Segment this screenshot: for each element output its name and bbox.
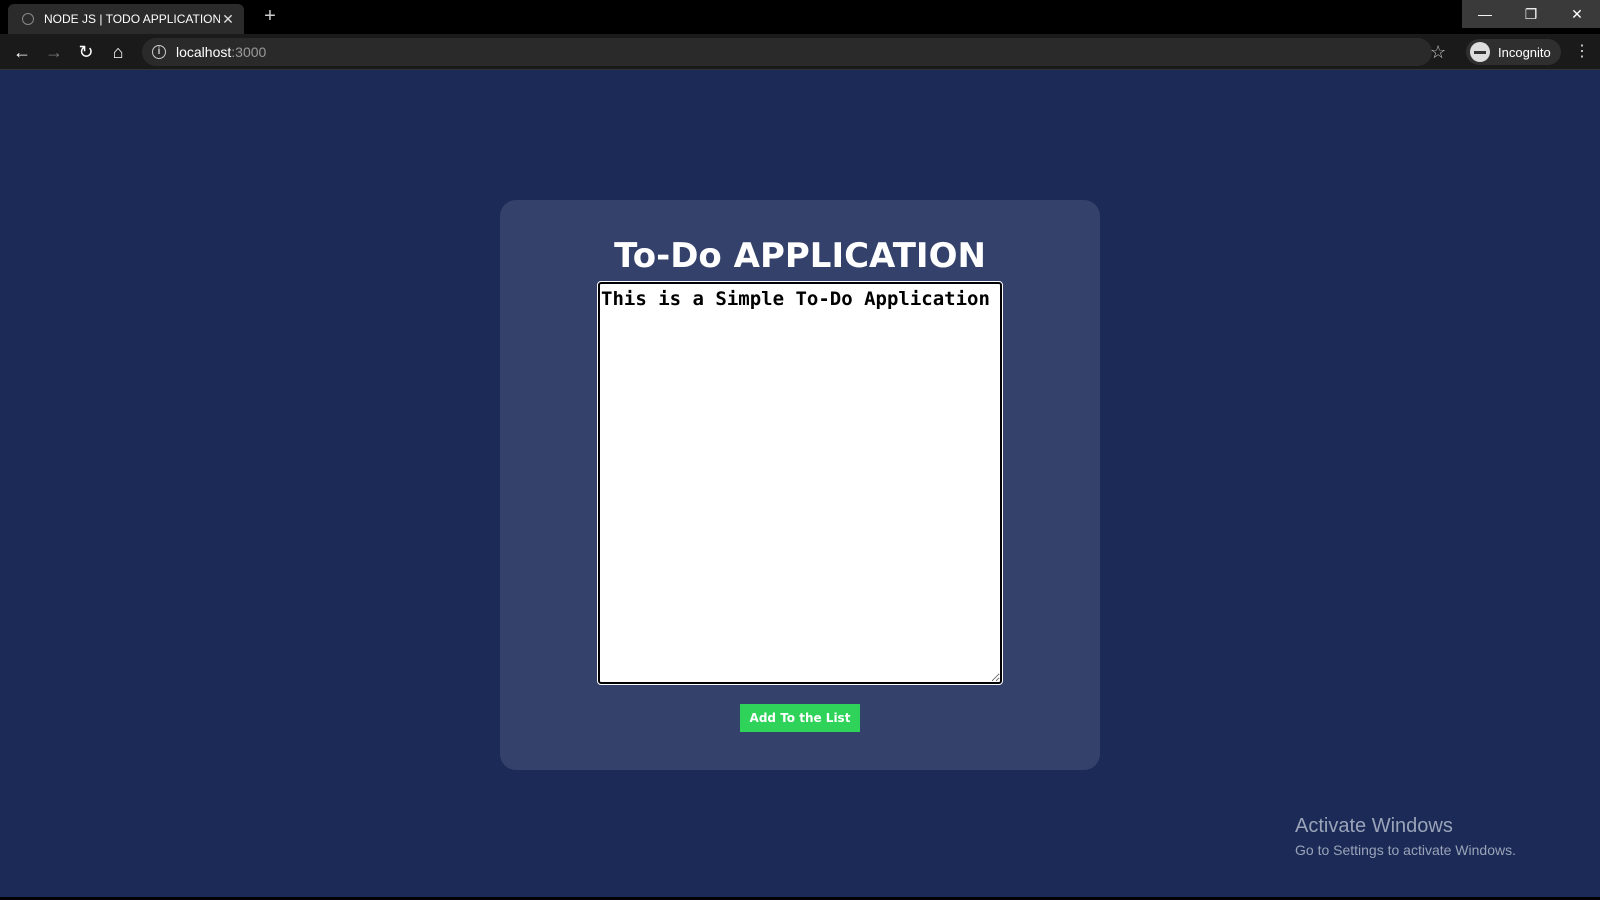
tab-title: NODE JS | TODO APPLICATION: [44, 12, 220, 26]
new-tab-button[interactable]: +: [258, 4, 282, 28]
incognito-label: Incognito: [1498, 44, 1551, 60]
watermark-title: Activate Windows: [1295, 815, 1453, 837]
todo-textarea[interactable]: [597, 281, 1003, 685]
tab-close-icon[interactable]: ✕: [220, 11, 236, 28]
back-arrow-icon[interactable]: ←: [10, 40, 34, 64]
todo-card: To-Do APPLICATION Add To the List: [500, 200, 1100, 770]
tab-strip: NODE JS | TODO APPLICATION ✕ + — ❐ ✕: [0, 0, 1600, 34]
url-host: localhost: [176, 44, 232, 60]
tab-favicon-icon: [22, 13, 34, 25]
menu-icon[interactable]: ⋮: [1574, 42, 1590, 62]
close-window-button[interactable]: ✕: [1554, 0, 1600, 28]
add-to-list-button[interactable]: Add To the List: [740, 704, 860, 732]
star-icon[interactable]: ☆: [1430, 42, 1446, 62]
incognito-profile-button[interactable]: Incognito: [1466, 39, 1561, 65]
minimize-button[interactable]: —: [1462, 0, 1508, 28]
activate-windows-watermark: Activate Windows Go to Settings to activ…: [1295, 815, 1516, 858]
browser-toolbar: ← → ↻ ⌂ i localhost :3000 ☆ Incognito ⋮: [0, 34, 1600, 70]
incognito-icon: [1470, 42, 1490, 62]
address-bar[interactable]: i localhost :3000: [142, 38, 1432, 66]
home-icon[interactable]: ⌂: [106, 40, 130, 64]
page-title: To-Do APPLICATION: [614, 236, 986, 276]
reload-icon[interactable]: ↻: [74, 40, 98, 64]
browser-tab[interactable]: NODE JS | TODO APPLICATION ✕: [8, 4, 244, 34]
url-port: :3000: [231, 44, 267, 60]
info-icon[interactable]: i: [152, 45, 166, 59]
restore-button[interactable]: ❐: [1508, 0, 1554, 28]
watermark-subtitle: Go to Settings to activate Windows.: [1295, 842, 1516, 858]
forward-arrow-icon[interactable]: →: [42, 40, 66, 64]
